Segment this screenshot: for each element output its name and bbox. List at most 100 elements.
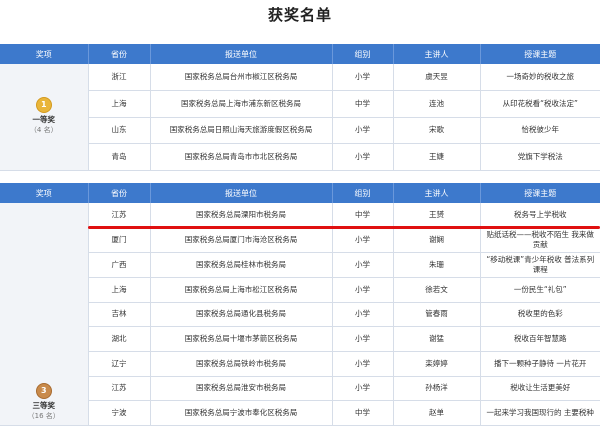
table-row: 上海 国家税务总局上海市松江区税务局 小学 徐若文 一份民生“礼包” [0,277,600,303]
cell-speaker: 栾婷婷 [393,351,481,377]
cell-group: 中学 [332,203,394,228]
cell-province: 江苏 [88,203,151,228]
third-prize-table: 奖项 省份 报送单位 组别 主讲人 授课主题 3 三等奖 （16 名） 江苏 国… [0,183,600,426]
cell-speaker: 管春雨 [393,302,481,327]
cell-group: 小学 [332,117,394,144]
table-row: 宁波 国家税务总局宁波市奉化区税务局 中学 赵单 一起来学习我国现行的 主要税种 [0,400,600,426]
medal-number: 3 [40,386,47,395]
cell-unit: 国家税务总局通化县税务局 [150,302,333,327]
table-header-row: 奖项 省份 报送单位 组别 主讲人 授课主题 [0,183,600,203]
cell-unit: 国家税务总局宁波市奉化区税务局 [150,400,333,426]
red-highlight-underline [88,226,600,229]
cell-topic: 贴纸话税——税收不陌生 我来做贡献 [480,227,600,253]
cell-group: 小学 [332,143,394,171]
cell-province: 浙江 [88,64,151,91]
header-group: 组别 [332,44,394,64]
cell-unit: 国家税务总局青岛市市北区税务局 [150,143,333,171]
cell-topic: 播下一颗种子静待 一片花开 [480,351,600,377]
table-row: 青岛 国家税务总局青岛市市北区税务局 小学 王婕 党旗下学税法 [0,143,600,171]
cell-speaker: 谢娴 [393,227,481,253]
table-row: 厦门 国家税务总局厦门市海沧区税务局 小学 谢娴 贴纸话税——税收不陌生 我来做… [0,227,600,253]
cell-unit: 国家税务总局日照山海天旅游度假区税务局 [150,117,333,144]
cell-speaker: 孙杨洋 [393,376,481,401]
cell-speaker: 虞天昱 [393,64,481,91]
cell-speaker: 徐若文 [393,277,481,303]
table-row: 辽宁 国家税务总局铁岭市税务局 小学 栾婷婷 播下一颗种子静待 一片花开 [0,351,600,377]
medal-number: 1 [40,100,47,110]
cell-unit: 国家税务总局台州市椒江区税务局 [150,64,333,91]
cell-province: 江苏 [88,376,151,401]
table-row: 上海 国家税务总局上海市浦东新区税务局 中学 连池 从印花税看“税收法定” [0,90,600,118]
cell-topic: 一起来学习我国现行的 主要税种 [480,400,600,426]
header-unit: 报送单位 [150,44,333,64]
header-unit: 报送单位 [150,183,333,203]
cell-province: 青岛 [88,143,151,171]
award-cell-third: 3 三等奖 （16 名） [0,203,89,426]
cell-group: 小学 [332,376,394,401]
header-topic: 授课主题 [480,183,600,203]
cell-topic: 税务号上学税收 [480,203,600,228]
cell-speaker: 宋歌 [393,117,481,144]
cell-province: 宁波 [88,400,151,426]
cell-speaker: 赵单 [393,400,481,426]
header-topic: 授课主题 [480,44,600,64]
table-row: 山东 国家税务总局日照山海天旅游度假区税务局 小学 宋歌 恰税彼少年 [0,117,600,144]
table-header-row: 奖项 省份 报送单位 组别 主讲人 授课主题 [0,44,600,64]
cell-group: 小学 [332,326,394,352]
cell-speaker: 连池 [393,90,481,118]
cell-unit: 国家税务总局十堰市茅箭区税务局 [150,326,333,352]
award-name: 三等奖 [32,401,56,410]
cell-unit: 国家税务总局上海市松江区税务局 [150,277,333,303]
header-award: 奖项 [0,183,89,203]
cell-group: 小学 [332,64,394,91]
cell-topic: 税收里的色彩 [480,302,600,327]
page-title: 获奖名单 [267,6,332,24]
table-row: 吉林 国家税务总局通化县税务局 小学 管春雨 税收里的色彩 [0,302,600,327]
cell-group: 小学 [332,227,394,253]
cell-unit: 国家税务总局厦门市海沧区税务局 [150,227,333,253]
cell-province: 厦门 [88,227,151,253]
award-count: （4 名） [29,126,58,135]
cell-speaker: 王婕 [393,143,481,171]
award-count: （16 名） [27,412,60,420]
cell-topic: 一场奇妙的税收之旅 [480,64,600,91]
gold-medal-icon: 1 [36,98,51,113]
cell-unit: 国家税务总局桂林市税务局 [150,252,333,278]
bronze-medal-icon: 3 [36,384,51,398]
table-row: 3 三等奖 （16 名） 江苏 国家税务总局溧阳市税务局 中学 王赟 税务号上学… [0,203,600,426]
cell-province: 上海 [88,277,151,303]
table-row: 湖北 国家税务总局十堰市茅箭区税务局 小学 谢猛 税收百年智慧路 [0,326,600,352]
cell-speaker: 谢猛 [393,326,481,352]
header-province: 省份 [88,44,151,64]
cell-group: 小学 [332,277,394,303]
cell-topic: 从印花税看“税收法定” [480,90,600,118]
table-row: 江苏 国家税务总局淮安市税务局 小学 孙杨洋 税收让生活更美好 [0,376,600,401]
cell-unit: 国家税务总局溧阳市税务局 [150,203,333,228]
header-speaker: 主讲人 [393,44,481,64]
cell-province: 广西 [88,252,151,278]
cell-topic: 税收让生活更美好 [480,376,600,401]
cell-province: 辽宁 [88,351,151,377]
cell-group: 中学 [332,400,394,426]
cell-province: 吉林 [88,302,151,327]
cell-speaker: 王赟 [393,203,481,228]
cell-unit: 国家税务总局上海市浦东新区税务局 [150,90,333,118]
cell-topic: 一份民生“礼包” [480,277,600,303]
cell-unit: 国家税务总局淮安市税务局 [150,376,333,401]
table-row: 1 一等奖 （4 名） 浙江 国家税务总局台州市椒江区税务局 小学 虞天昱 一场… [0,64,600,171]
header-award: 奖项 [0,44,89,64]
cell-group: 小学 [332,252,394,278]
table-row: 广西 国家税务总局桂林市税务局 小学 朱珊 “移动税课”青少年税收 普法系列课程 [0,252,600,278]
header-group: 组别 [332,183,394,203]
cell-group: 小学 [332,351,394,377]
cell-speaker: 朱珊 [393,252,481,278]
award-cell-first: 1 一等奖 （4 名） [0,64,89,171]
header-province: 省份 [88,183,151,203]
cell-unit: 国家税务总局铁岭市税务局 [150,351,333,377]
header-speaker: 主讲人 [393,183,481,203]
award-name: 一等奖 [32,115,56,125]
cell-topic: “移动税课”青少年税收 普法系列课程 [480,252,600,278]
cell-province: 湖北 [88,326,151,352]
cell-topic: 税收百年智慧路 [480,326,600,352]
cell-group: 中学 [332,90,394,118]
